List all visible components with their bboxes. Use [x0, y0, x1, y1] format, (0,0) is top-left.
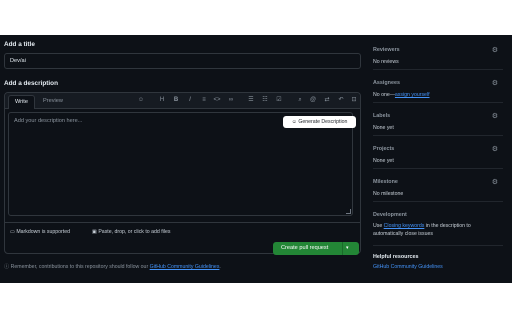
assignees-title: Assignees [373, 80, 400, 86]
assignees-value: No one—assign yourself [373, 92, 430, 98]
description-editor: Write Preview ☺ H B I ≡ <> ∞ ☰ ☷ ☑ ⌕ @ ⇄… [4, 92, 361, 254]
undo-icon[interactable]: ↶ [336, 96, 346, 105]
gear-icon[interactable]: ⚙ [492, 46, 498, 54]
heading-icon[interactable]: H [157, 96, 167, 105]
divider [373, 102, 503, 103]
title-input[interactable]: Dev/ai [4, 53, 361, 69]
reviewers-value: No reviews [373, 59, 399, 65]
description-textarea[interactable]: Add your description here... ☺ Generate … [8, 112, 356, 216]
fullscreen-icon[interactable]: ⊡ [349, 96, 359, 105]
description-placeholder: Add your description here... [14, 118, 83, 124]
gear-icon[interactable]: ⚙ [492, 145, 498, 153]
attach-icon[interactable]: ⌕ [295, 96, 305, 105]
task-list-icon[interactable]: ☑ [274, 96, 284, 105]
community-guidelines-link[interactable]: GitHub Community Guidelines [150, 264, 220, 270]
markdown-note-label: Markdown is supported [16, 229, 70, 235]
description-label: Add a description [4, 80, 58, 87]
cross-reference-icon[interactable]: ⇄ [322, 96, 332, 105]
title-label: Add a title [4, 41, 35, 48]
development-value: Use Closing keywords in the description … [373, 222, 495, 238]
development-prefix: Use [373, 223, 384, 229]
gear-icon[interactable]: ⚙ [492, 112, 498, 120]
projects-value: None yet [373, 158, 394, 164]
create-pull-request-button[interactable]: Create pull request ▾ [273, 242, 359, 255]
guidelines-notice: ⓘ Remember, contributions to this reposi… [4, 263, 221, 270]
divider [373, 201, 503, 202]
milestone-title: Milestone [373, 179, 398, 185]
divider [373, 135, 503, 136]
reviewers-title: Reviewers [373, 47, 400, 53]
labels-title: Labels [373, 113, 391, 119]
divider [373, 245, 503, 246]
info-icon: ⓘ [4, 264, 11, 270]
development-title: Development [373, 212, 407, 218]
copilot-icon[interactable]: ☺ [136, 96, 146, 105]
ordered-list-icon[interactable]: ☷ [260, 96, 270, 105]
attach-files-label: Paste, drop, or click to add files [98, 229, 171, 235]
code-icon[interactable]: <> [212, 96, 222, 105]
projects-title: Projects [373, 146, 395, 152]
editor-header: Write Preview ☺ H B I ≡ <> ∞ ☰ ☷ ☑ ⌕ @ ⇄… [5, 93, 360, 109]
attach-files[interactable]: ▣ Paste, drop, or click to add files [92, 229, 170, 235]
milestone-value: No milestone [373, 191, 404, 197]
unordered-list-icon[interactable]: ☰ [246, 96, 256, 105]
assign-yourself-link[interactable]: assign yourself [395, 92, 430, 98]
labels-value: None yet [373, 125, 394, 131]
italic-icon[interactable]: I [185, 96, 195, 105]
markdown-note[interactable]: ▭ Markdown is supported [10, 229, 70, 235]
quote-icon[interactable]: ≡ [199, 96, 209, 105]
remember-period: . [219, 264, 221, 270]
tab-preview[interactable]: Preview [37, 95, 69, 108]
gear-icon[interactable]: ⚙ [492, 178, 498, 186]
tab-write[interactable]: Write [8, 95, 35, 109]
mention-icon[interactable]: @ [308, 96, 318, 105]
generate-description-label: Generate Description [298, 119, 348, 125]
gear-icon[interactable]: ⚙ [492, 79, 498, 87]
chevron-down-icon[interactable]: ▾ [346, 242, 349, 255]
divider [373, 168, 503, 169]
generate-description-button[interactable]: ☺ Generate Description [283, 116, 356, 128]
closing-keywords-link[interactable]: Closing keywords [384, 223, 425, 229]
create-pull-request-label: Create pull request [281, 245, 329, 251]
resize-handle[interactable] [346, 209, 351, 214]
link-icon[interactable]: ∞ [226, 96, 236, 105]
button-divider [342, 242, 343, 255]
helpful-guidelines-link[interactable]: GitHub Community Guidelines [373, 264, 443, 270]
pull-request-form: Add a title Dev/ai Add a description Wri… [0, 35, 512, 283]
bold-icon[interactable]: B [171, 96, 181, 105]
assignees-prefix: No one— [373, 92, 395, 98]
remember-text: Remember, contributions to this reposito… [10, 264, 149, 270]
divider [373, 69, 503, 70]
helpful-resources-title: Helpful resources [373, 254, 419, 260]
